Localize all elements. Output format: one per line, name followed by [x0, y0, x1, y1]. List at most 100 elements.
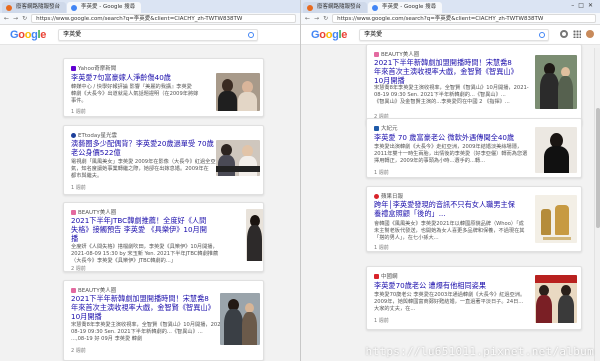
- news-card[interactable]: ETtoday星光雲 演藝圈多少配偶背？李英愛20歲過單受 70歲老公身價522…: [63, 125, 264, 195]
- source-logo-icon: [71, 65, 76, 71]
- source-name: 蘋果日報: [381, 194, 404, 200]
- search-icon[interactable]: [539, 31, 546, 38]
- address-bar: ← → ↻ https://www.google.com/search?q=李英…: [0, 13, 300, 25]
- tab-bar: 廢客網路隨報發台 李英愛 - Google 搜尋: [0, 0, 300, 13]
- settings-icon[interactable]: [560, 30, 568, 38]
- source-logo-icon: [374, 273, 379, 279]
- search-query: 李英愛: [63, 30, 82, 38]
- news-source: 中國網: [374, 272, 398, 280]
- news-card[interactable]: 中國網 李英愛70歲老公 遭爆有他相同姿果 李英愛70歲老公 李英愛在2003年…: [366, 266, 582, 330]
- window-controls[interactable]: –□✕: [571, 2, 597, 9]
- search-input[interactable]: 李英愛: [359, 28, 550, 41]
- news-thumbnail[interactable]: [535, 195, 577, 243]
- source-logo-icon: [71, 209, 76, 215]
- news-thumbnail[interactable]: [216, 140, 260, 176]
- news-time: 2 週前: [71, 348, 86, 354]
- account-icons: [560, 30, 594, 38]
- forward-icon[interactable]: →: [314, 15, 319, 22]
- news-thumbnail[interactable]: [246, 209, 263, 261]
- tab-blog[interactable]: 廢客網路隨報發台: [303, 2, 368, 13]
- person-body: [536, 295, 552, 323]
- person-body: [242, 312, 257, 345]
- news-title[interactable]: 2021下半年新韓劇加盟開播時間！宋慧喬8年來首次主演收視率大戲，金智賢《智異山…: [71, 294, 213, 321]
- source-name: ETtoday星光雲: [78, 133, 117, 139]
- news-thumbnail[interactable]: [535, 127, 577, 173]
- google-favicon-icon: [71, 5, 78, 11]
- news-title[interactable]: 演藝圈多少配偶背？李英愛20歲過單受 70歲老公身價522億: [71, 139, 216, 157]
- news-thumbnail[interactable]: [220, 293, 260, 345]
- news-thumbnail[interactable]: [535, 275, 577, 323]
- news-snippet-line: 都市與繼夫。: [71, 173, 103, 179]
- news-card[interactable]: BEAUTY美人圈 2021下半年JTBC韓劇推薦！全度好《人間失格》接觸預告 …: [63, 202, 264, 272]
- news-card[interactable]: 大紀元 李英愛 70 歲富豪老公 微軟外遇傳聞全40歲 李英愛出演韓劇《大長今》…: [366, 118, 582, 178]
- person-body: [540, 73, 559, 109]
- news-snippet-line: 「搭的男人」，在七小孫大...: [374, 235, 439, 241]
- news-title[interactable]: 李英愛70歲老公 遭爆有他相同姿果: [374, 281, 486, 290]
- news-source: ETtoday星光雲: [71, 131, 117, 139]
- news-card[interactable]: Yahoo奇摩新聞 李英愛7句富豪嫁人淨齡傷40歲 韓媒中心 / 快學好報評論 …: [63, 58, 264, 117]
- news-snippet-line: 韓劇《大長今》出道就是人氣話題證明（在2009年將嫁: [71, 91, 199, 97]
- news-card[interactable]: BEAUTY美人圈 2021下半年新韓劇加盟開播時間！宋慧喬8年來首次主演收視率…: [63, 280, 264, 361]
- tab-google-search[interactable]: 李英愛 - Google 搜尋: [67, 2, 142, 13]
- news-source: Yahoo奇摩新聞: [71, 64, 116, 72]
- news-title[interactable]: 跨年│李英愛發現的音訊不只有女人職男主保養禮盒照顧「後的」...: [374, 200, 519, 218]
- person-body: [238, 92, 257, 111]
- person-body: [558, 295, 574, 323]
- person-body: [558, 76, 573, 109]
- source-name: BEAUTY美人圈: [381, 52, 420, 58]
- url-input[interactable]: https://www.google.com/search?q=李英愛&clie…: [332, 14, 596, 23]
- back-icon[interactable]: ←: [305, 15, 310, 22]
- news-snippet-line: ...,08-19 好 09月 李英愛 韓劇: [71, 336, 143, 342]
- news-card[interactable]: 蘋果日報 跨年│李英愛發現的音訊不只有女人職男主保養禮盒照顧「後的」... 會韓…: [366, 186, 582, 252]
- address-bar: ← → ↻ https://www.google.com/search?q=李英…: [301, 13, 600, 25]
- google-header: Google 李英愛: [0, 25, 300, 45]
- news-title[interactable]: 2021下半年JTBC韓劇推薦！全度好《人間失格》接觸預告 李英愛 《具樂伊》1…: [71, 216, 211, 243]
- product-bottle: [541, 209, 551, 235]
- news-snippet-line: （大長今》李英愛《具樂伊》JTBC韓劇的...」: [71, 258, 176, 264]
- scrollbar-thumb[interactable]: [596, 108, 600, 228]
- source-logo-icon: [71, 132, 76, 138]
- news-snippet-line: 事件。: [71, 98, 87, 104]
- google-logo[interactable]: Google: [311, 29, 347, 41]
- news-time: 1 週前: [71, 185, 86, 191]
- source-logo-icon: [374, 125, 379, 131]
- tab-label: 廢客網路隨報發台: [317, 4, 362, 10]
- tab-label: 李英愛 - Google 搜尋: [81, 4, 136, 10]
- apps-grid-icon[interactable]: [573, 30, 581, 38]
- news-source: BEAUTY美人圈: [71, 208, 116, 216]
- news-card[interactable]: BEAUTY美人圈 2021下半年新韓劇加盟開播時間！宋慧喬8年來首次主演收視率…: [366, 44, 582, 126]
- news-title[interactable]: 2021下半年新韓劇加盟開播時間！宋慧喬8年來首次主演收視率大戲，金智賢《智異山…: [374, 58, 519, 85]
- tab-google-search[interactable]: 李英愛 - Google 搜尋: [368, 2, 443, 13]
- news-title[interactable]: 李英愛7句富豪嫁人淨齡傷40歲: [71, 73, 171, 82]
- person-body: [544, 146, 569, 173]
- forward-icon[interactable]: →: [13, 15, 18, 22]
- google-logo[interactable]: Google: [10, 29, 46, 41]
- search-icon[interactable]: [248, 31, 255, 38]
- watermark: https://lu651011.pixnet.net/album: [365, 345, 594, 358]
- avatar[interactable]: [586, 30, 594, 38]
- product-bottle: [555, 205, 569, 235]
- blog-favicon-icon: [6, 5, 12, 11]
- google-favicon-icon: [372, 5, 379, 11]
- news-time: 1 週前: [374, 170, 389, 176]
- news-source: BEAUTY美人圈: [71, 286, 116, 294]
- news-title[interactable]: 李英愛 70 歲富豪老公 微軟外遇傳聞全40歲: [374, 133, 514, 142]
- news-thumbnail[interactable]: [216, 73, 260, 111]
- search-input[interactable]: 李英愛: [58, 28, 259, 41]
- person-body: [218, 91, 237, 111]
- scrollbar[interactable]: [594, 48, 600, 361]
- tab-label: 李英愛 - Google 搜尋: [382, 4, 437, 10]
- tab-label: 廢客網路隨報發台: [16, 4, 61, 10]
- news-snippet-line: 《智異山》及金智賢主演的...李英愛同在中國 2 《指揮》...: [374, 99, 510, 105]
- reload-icon[interactable]: ↻: [323, 15, 328, 22]
- search-query: 李英愛: [364, 30, 383, 38]
- news-snippet-line: 大家的丈夫，在...: [374, 306, 416, 312]
- back-icon[interactable]: ←: [4, 15, 9, 22]
- tab-bar: 廢客網路隨報發台 李英愛 - Google 搜尋 –□✕: [301, 0, 600, 13]
- tab-blog[interactable]: 廢客網路隨報發台: [2, 2, 67, 13]
- news-thumbnail[interactable]: [535, 55, 577, 109]
- url-input[interactable]: https://www.google.com/search?q=李英愛&clie…: [31, 14, 296, 23]
- source-name: 中國網: [381, 274, 398, 280]
- news-time: 1 週前: [374, 245, 389, 251]
- reload-icon[interactable]: ↻: [22, 15, 27, 22]
